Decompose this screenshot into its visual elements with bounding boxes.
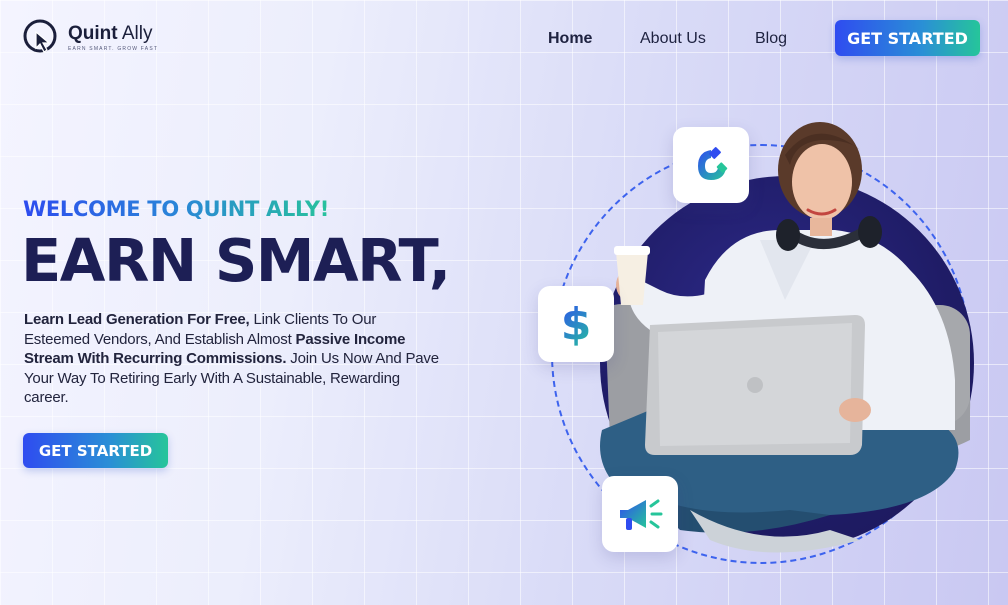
megaphone-card: [602, 476, 678, 552]
hero-headline: EARN SMART,: [21, 226, 451, 295]
nav-blog-link[interactable]: Blog: [755, 30, 787, 48]
logo-mark-icon: [22, 18, 62, 58]
brand-logo[interactable]: Quint Ally EARN SMART. GROW FAST: [22, 18, 158, 58]
megaphone-icon: [620, 499, 663, 530]
nav-home-link[interactable]: Home: [548, 30, 592, 48]
welcome-heading: WELCOME TO QUINT ALLY!: [23, 197, 330, 221]
dollar-icon: $: [560, 298, 592, 350]
nav-about-link[interactable]: About Us: [640, 30, 706, 48]
hero-illustration: $: [530, 110, 990, 580]
magnet-card: [673, 127, 749, 203]
magnet-icon: [698, 147, 728, 180]
brand-tagline: EARN SMART. GROW FAST: [68, 46, 159, 52]
get-started-hero-button[interactable]: GET STARTED: [23, 433, 168, 468]
dollar-card: $: [538, 286, 614, 362]
get-started-nav-button[interactable]: GET STARTED: [835, 20, 980, 56]
brand-name: Quint Ally: [68, 23, 153, 44]
hero-description: Learn Lead Generation For Free, Link Cli…: [24, 311, 439, 406]
